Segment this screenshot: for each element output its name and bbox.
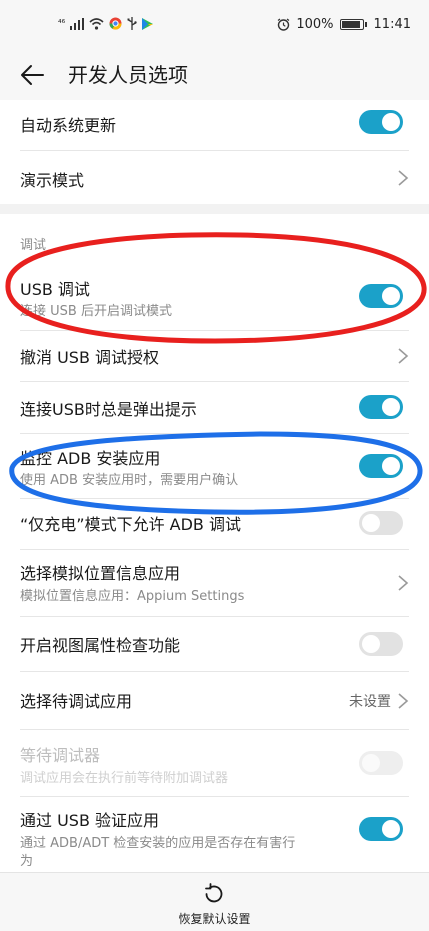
setting-row-mock-location[interactable]: 选择模拟位置信息应用 模拟位置信息应用：Appium Settings <box>0 550 429 616</box>
setting-summary: 连接 USB 后开启调试模式 <box>20 304 172 319</box>
alarm-icon <box>277 18 290 31</box>
clock: 11:41 <box>373 17 411 32</box>
chevron-right-icon <box>398 693 409 709</box>
wifi-icon <box>89 17 104 30</box>
setting-summary: 调试应用会在执行前等待附加调试器 <box>20 771 229 786</box>
status-icons-left: ⁴⁶ <box>58 17 154 30</box>
battery-percent: 100% <box>296 17 334 32</box>
setting-row-wait-debugger: 等待调试器 调试应用会在执行前等待附加调试器 <box>0 730 429 796</box>
setting-label: 演示模式 <box>20 171 85 190</box>
setting-row-view-attr[interactable]: 开启视图属性检查功能 <box>0 617 429 671</box>
setting-label: 开启视图属性检查功能 <box>20 636 181 655</box>
charge-only-adb-toggle[interactable] <box>359 511 403 535</box>
setting-row-usb-debugging[interactable]: USB 调试 连接 USB 后开启调试模式 <box>0 264 429 330</box>
battery-icon <box>339 19 367 30</box>
verify-usb-toggle[interactable] <box>359 817 403 841</box>
monitor-adb-toggle[interactable] <box>359 454 403 478</box>
setting-summary: 通过 ADB/ADT 检查安装的应用是否存在有害行 <box>20 836 296 851</box>
status-icons-right: 100% 11:41 <box>277 17 411 32</box>
setting-label: 自动系统更新 <box>20 116 117 135</box>
back-arrow-icon[interactable] <box>18 60 48 90</box>
usb-debugging-toggle[interactable] <box>359 284 403 308</box>
chevron-right-icon <box>398 170 409 186</box>
app-bar: 开发人员选项 <box>0 50 429 100</box>
view-attr-toggle[interactable] <box>359 632 403 656</box>
wait-debugger-toggle <box>359 751 403 775</box>
setting-label: USB 调试 <box>20 280 90 299</box>
setting-label: “仅充电”模式下允许 ADB 调试 <box>20 515 241 534</box>
reset-icon[interactable] <box>201 881 227 907</box>
setting-label: 选择待调试应用 <box>20 692 133 711</box>
page-title: 开发人员选项 <box>68 63 188 87</box>
setting-summary-continued: 为 <box>20 854 34 869</box>
setting-label: 等待调试器 <box>20 746 101 765</box>
section-header-debug: 调试 <box>20 238 47 253</box>
setting-row-demo-mode[interactable]: 演示模式 <box>0 151 429 204</box>
setting-value: 未设置 <box>349 694 391 710</box>
setting-label: 监控 ADB 安装应用 <box>20 449 161 468</box>
reset-defaults-button[interactable]: 恢复默认设置 <box>0 910 429 927</box>
setting-label: 通过 USB 验证应用 <box>20 811 160 830</box>
signal-icon <box>70 17 85 30</box>
setting-row-auto-update[interactable]: 自动系统更新 <box>0 100 429 150</box>
play-store-icon <box>142 17 154 30</box>
setting-row-verify-usb[interactable]: 通过 USB 验证应用 通过 ADB/ADT 检查安装的应用是否存在有害行 为 <box>0 797 429 872</box>
setting-row-monitor-adb[interactable]: 监控 ADB 安装应用 使用 ADB 安装应用时，需要用户确认 <box>0 434 429 498</box>
usb-prompt-toggle[interactable] <box>359 395 403 419</box>
status-bar: ⁴⁶ 100% 11:41 <box>0 0 429 50</box>
bottom-action-bar: 恢复默认设置 <box>0 872 429 931</box>
setting-label: 选择模拟位置信息应用 <box>20 564 181 583</box>
setting-label: 撤消 USB 调试授权 <box>20 348 160 367</box>
auto-update-toggle[interactable] <box>359 110 403 134</box>
setting-row-usb-prompt[interactable]: 连接USB时总是弹出提示 <box>0 382 429 433</box>
network-type: ⁴⁶ <box>58 18 66 29</box>
usb-icon <box>127 17 137 30</box>
settings-card-debugging: 调试 USB 调试 连接 USB 后开启调试模式 撤消 USB 调试授权 连接U… <box>0 214 429 872</box>
setting-summary: 使用 ADB 安装应用时，需要用户确认 <box>20 473 239 488</box>
settings-list[interactable]: 自动系统更新 演示模式 调试 USB 调试 连接 USB 后开启调试模式 撤消 … <box>0 100 429 872</box>
chevron-right-icon <box>398 348 409 364</box>
setting-summary: 模拟位置信息应用：Appium Settings <box>20 589 245 604</box>
setting-row-revoke-usb[interactable]: 撤消 USB 调试授权 <box>0 331 429 381</box>
setting-row-charge-only-adb[interactable]: “仅充电”模式下允许 ADB 调试 <box>0 499 429 549</box>
chevron-right-icon <box>398 575 409 591</box>
settings-card-general: 自动系统更新 演示模式 <box>0 100 429 204</box>
setting-row-debug-app[interactable]: 选择待调试应用 未设置 <box>0 672 429 729</box>
setting-label: 连接USB时总是弹出提示 <box>20 400 197 419</box>
chrome-icon <box>109 17 122 30</box>
